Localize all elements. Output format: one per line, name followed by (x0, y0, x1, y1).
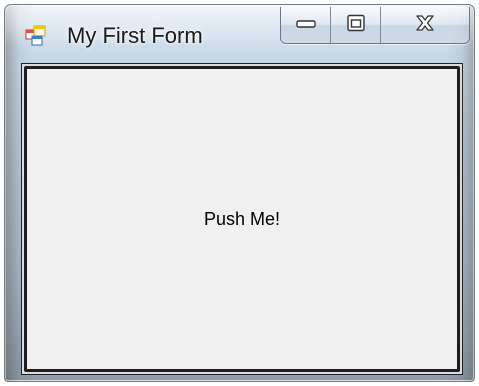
push-me-button-label: Push Me! (203, 208, 281, 229)
minimize-icon (295, 16, 317, 35)
window-title: My First Form (67, 23, 203, 48)
title-bar[interactable]: My First Form (5, 5, 474, 57)
close-button[interactable] (381, 7, 469, 43)
minimize-button[interactable] (281, 7, 331, 43)
form-window: My First Form Push Me! (4, 4, 475, 382)
close-icon (414, 14, 436, 37)
maximize-button[interactable] (331, 7, 381, 43)
form-client-area: Push Me! (21, 63, 463, 375)
maximize-icon (346, 14, 366, 37)
caption-buttons (280, 7, 470, 44)
app-icon[interactable] (25, 24, 47, 46)
push-me-button[interactable]: Push Me! (24, 66, 460, 372)
